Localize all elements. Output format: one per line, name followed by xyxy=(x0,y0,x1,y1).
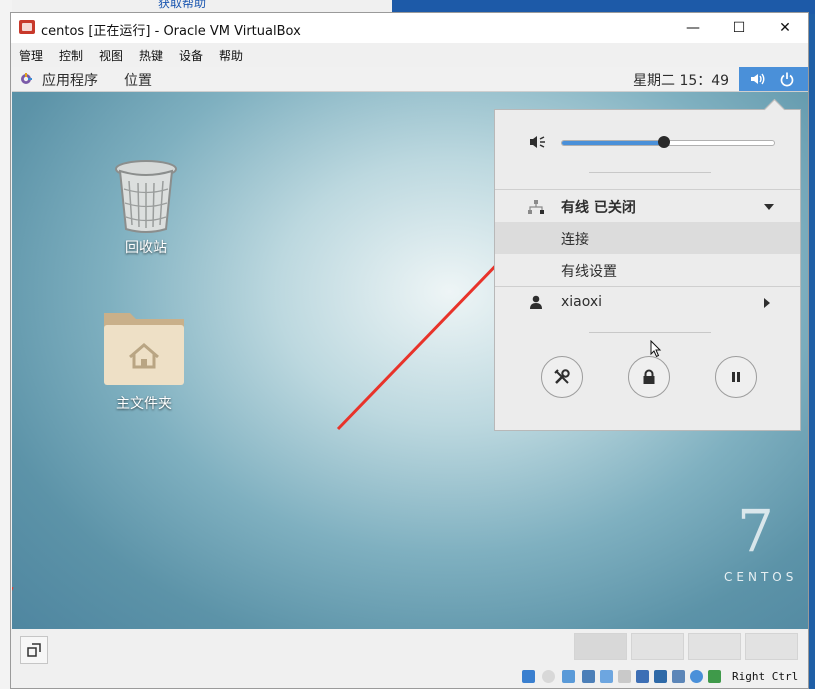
display-icon[interactable] xyxy=(636,670,649,683)
usb-icon[interactable] xyxy=(600,670,613,683)
connect-label: 连接 xyxy=(561,232,589,248)
lock-icon xyxy=(643,369,655,384)
volume-mute-icon xyxy=(530,136,545,148)
menu-devices[interactable]: 设备 xyxy=(179,47,203,64)
menu-view[interactable]: 视图 xyxy=(99,47,123,64)
wired-network-header[interactable]: 有线 已关闭 xyxy=(495,190,800,222)
window-title: centos [正在运行] - Oracle VM VirtualBox xyxy=(41,24,301,39)
user-icon xyxy=(530,295,542,309)
hard-disk-icon[interactable] xyxy=(522,670,535,683)
virtualbox-app-icon xyxy=(19,20,35,34)
status-indicator-box xyxy=(574,633,627,660)
suspend-button[interactable] xyxy=(715,356,757,398)
shared-folders-icon[interactable] xyxy=(618,670,631,683)
menu-manage[interactable]: 管理 xyxy=(19,47,43,64)
user-name: xiaoxi xyxy=(561,294,603,310)
volume-slider-fill xyxy=(562,141,664,145)
wired-settings-item[interactable]: 有线设置 xyxy=(495,254,800,286)
chevron-down-icon xyxy=(764,204,774,210)
virtualbox-window: centos [正在运行] - Oracle VM VirtualBox — ☐… xyxy=(10,12,809,689)
recording-icon[interactable] xyxy=(654,670,667,683)
settings-icon xyxy=(554,369,570,384)
restore-window-icon xyxy=(27,643,41,657)
status-indicator-box xyxy=(688,633,741,660)
menu-hotkeys[interactable]: 热键 xyxy=(139,47,163,64)
audio-icon[interactable] xyxy=(562,670,575,683)
network-icon[interactable] xyxy=(582,670,595,683)
menu-control[interactable]: 控制 xyxy=(59,47,83,64)
cpu-icon[interactable] xyxy=(672,670,685,683)
mouse-integration-icon[interactable] xyxy=(690,670,703,683)
maximize-button[interactable]: ☐ xyxy=(716,13,762,43)
menu-help[interactable]: 帮助 xyxy=(219,47,243,64)
host-key-label: Right Ctrl xyxy=(732,670,799,683)
system-menu-popup: 有线 已关闭 连接 有线设置 xiaoxi xyxy=(494,109,801,431)
guest-screen[interactable]: 应用程序 位置 星期二 15：49 回收站 主文件夹 7 CENTOS 有线 已… xyxy=(12,67,808,629)
user-menu-item[interactable]: xiaoxi xyxy=(495,287,800,319)
settings-button[interactable] xyxy=(541,356,583,398)
close-button[interactable]: ✕ xyxy=(762,13,808,43)
chevron-right-icon xyxy=(764,298,770,308)
optical-drive-icon[interactable] xyxy=(542,670,555,683)
volume-slider[interactable] xyxy=(561,136,775,148)
status-bar: Right Ctrl xyxy=(12,630,808,688)
menu-bar: 管理 控制 视图 热键 设备 帮助 xyxy=(11,43,808,67)
keyboard-capture-icon[interactable] xyxy=(708,670,721,683)
wired-network-icon xyxy=(528,200,544,214)
title-bar[interactable]: centos [正在运行] - Oracle VM VirtualBox — ☐… xyxy=(11,13,808,43)
volume-slider-knob[interactable] xyxy=(657,136,670,148)
network-connect-item[interactable]: 连接 xyxy=(495,222,800,358)
lock-button[interactable] xyxy=(628,356,670,398)
host-help-link[interactable]: 获取帮助 xyxy=(158,0,206,11)
status-indicator-box xyxy=(631,633,684,660)
pause-icon xyxy=(732,372,740,382)
separator xyxy=(589,172,711,173)
minimize-button[interactable]: — xyxy=(670,13,716,43)
wired-settings-label: 有线设置 xyxy=(561,264,617,280)
separator xyxy=(589,332,711,333)
restore-view-button[interactable] xyxy=(20,636,48,664)
status-indicator-box xyxy=(745,633,798,660)
wired-network-status: 有线 已关闭 xyxy=(561,200,636,216)
